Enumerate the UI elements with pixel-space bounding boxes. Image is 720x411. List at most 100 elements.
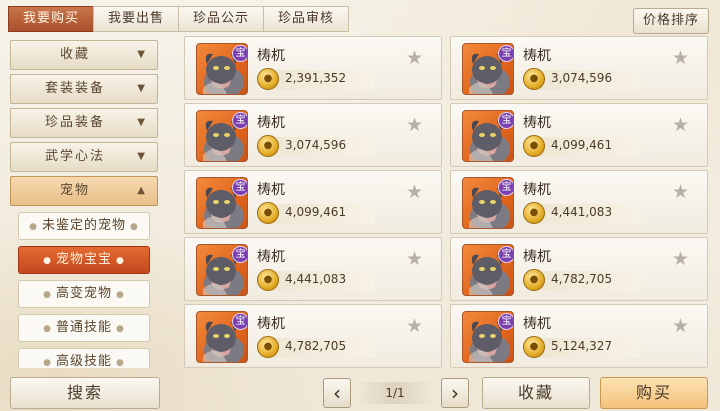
item-name: 梼杌 [523,115,551,131]
pet-portrait: 宝 [196,43,248,95]
item-price: 4,782,705 [551,272,613,286]
pet-portrait: 宝 [462,311,514,363]
category-label: 武学心法 [44,149,105,164]
item-price: 4,099,461 [551,138,613,152]
star-icon[interactable]: ★ [406,47,423,69]
item-price: 4,441,083 [551,205,613,219]
dot-icon: ● [43,358,52,368]
item-card[interactable]: 宝 梼杌 ● 2,391,352 ★ [184,36,442,100]
tab-bar: 我要购买 我要出售 珍品公示 珍品审核 [8,6,350,32]
dot-icon: ● [130,222,139,232]
next-page-button[interactable]: › [441,378,469,408]
subcategory-mutated-pet[interactable]: ● 高变宠物 ● [18,280,150,308]
star-icon[interactable]: ★ [406,181,423,203]
pet-portrait: 宝 [196,110,248,162]
chevron-down-icon: ▼ [137,49,147,60]
item-name: 梼杌 [523,182,551,198]
pet-portrait: 宝 [196,244,248,296]
tab-buy[interactable]: 我要购买 [8,6,95,32]
treasure-badge: 宝 [498,45,513,62]
item-card[interactable]: 宝 梼杌 ● 5,124,327 ★ [450,304,708,368]
subcategory-advanced-skill[interactable]: ● 高级技能 ● [18,348,150,368]
treasure-badge: 宝 [498,179,513,196]
category-label: 珍品装备 [44,115,105,130]
tab-rare-review[interactable]: 珍品审核 [263,6,350,32]
chevron-up-icon: ▲ [137,185,147,196]
subcategory-pet-baby[interactable]: ● 宠物宝宝 ● [18,246,150,274]
item-price: 4,782,705 [285,339,347,353]
pet-portrait: 宝 [196,177,248,229]
item-card[interactable]: 宝 梼杌 ● 4,782,705 ★ [184,304,442,368]
item-card[interactable]: 宝 梼杌 ● 3,074,596 ★ [184,103,442,167]
item-name: 梼杌 [257,115,285,131]
category-sidebar[interactable]: 收藏 ▼ 套装装备 ▼ 珍品装备 ▼ 武学心法 ▼ 宠物 ▲ ● 未鉴定的宠物 ● … [10,38,158,368]
dot-icon: ● [116,324,125,334]
favorite-button[interactable]: 收藏 [482,377,590,409]
star-icon[interactable]: ★ [672,47,689,69]
category-label: 套装装备 [44,81,105,96]
category-label: 宠物 [59,183,90,198]
price-sort-button[interactable]: 价格排序 [633,8,709,34]
subcategory-label: 宠物宝宝 [55,252,112,267]
dot-icon: ● [43,290,52,300]
treasure-badge: 宝 [232,45,247,62]
prev-page-button[interactable]: ‹ [323,378,351,408]
item-card[interactable]: 宝 梼杌 ● 4,099,461 ★ [450,103,708,167]
category-set-equipment[interactable]: 套装装备 ▼ [10,74,158,104]
item-name: 梼杌 [257,182,285,198]
coin-icon: ● [523,202,545,224]
star-icon[interactable]: ★ [406,248,423,270]
item-price: 2,391,352 [285,71,347,85]
item-price: 4,441,083 [285,272,347,286]
subcategory-unidentified-pet[interactable]: ● 未鉴定的宠物 ● [18,212,150,240]
star-icon[interactable]: ★ [672,181,689,203]
item-name: 梼杌 [523,48,551,64]
pet-portrait: 宝 [462,43,514,95]
subcategory-label: 普通技能 [55,320,112,335]
item-card[interactable]: 宝 梼杌 ● 4,099,461 ★ [184,170,442,234]
coin-icon: ● [257,68,279,90]
star-icon[interactable]: ★ [406,114,423,136]
chevron-down-icon: ▼ [137,83,147,94]
category-martial-arts[interactable]: 武学心法 ▼ [10,142,158,172]
coin-icon: ● [257,269,279,291]
chevron-down-icon: ▼ [137,117,147,128]
coin-icon: ● [523,68,545,90]
item-card[interactable]: 宝 梼杌 ● 4,782,705 ★ [450,237,708,301]
treasure-badge: 宝 [232,246,247,263]
star-icon[interactable]: ★ [672,248,689,270]
pet-portrait: 宝 [196,311,248,363]
coin-icon: ● [523,135,545,157]
pet-portrait: 宝 [462,244,514,296]
category-favorites[interactable]: 收藏 ▼ [10,40,158,70]
item-card[interactable]: 宝 梼杌 ● 3,074,596 ★ [450,36,708,100]
item-price: 4,099,461 [285,205,347,219]
dot-icon: ● [116,256,125,266]
subcategory-label: 未鉴定的宠物 [41,218,126,233]
subcategory-normal-skill[interactable]: ● 普通技能 ● [18,314,150,342]
item-card[interactable]: 宝 梼杌 ● 4,441,083 ★ [450,170,708,234]
category-rare-equipment[interactable]: 珍品装备 ▼ [10,108,158,138]
star-icon[interactable]: ★ [672,114,689,136]
treasure-badge: 宝 [232,112,247,129]
buy-button[interactable]: 购买 [600,377,708,409]
dot-icon: ● [116,290,125,300]
star-icon[interactable]: ★ [672,315,689,337]
item-card[interactable]: 宝 梼杌 ● 4,441,083 ★ [184,237,442,301]
item-price: 3,074,596 [551,71,613,85]
search-button[interactable]: 搜索 [10,377,160,409]
category-pets[interactable]: 宠物 ▲ [10,176,158,206]
page-indicator: 1/1 [357,382,433,404]
subcategory-label: 高变宠物 [55,286,112,301]
pet-portrait: 宝 [462,110,514,162]
dot-icon: ● [43,256,52,266]
dot-icon: ● [43,324,52,334]
treasure-badge: 宝 [232,313,247,330]
chevron-down-icon: ▼ [137,151,147,162]
coin-icon: ● [257,202,279,224]
item-price: 5,124,327 [551,339,613,353]
tab-sell[interactable]: 我要出售 [93,6,180,32]
star-icon[interactable]: ★ [406,315,423,337]
treasure-badge: 宝 [498,112,513,129]
tab-rare-showcase[interactable]: 珍品公示 [178,6,265,32]
